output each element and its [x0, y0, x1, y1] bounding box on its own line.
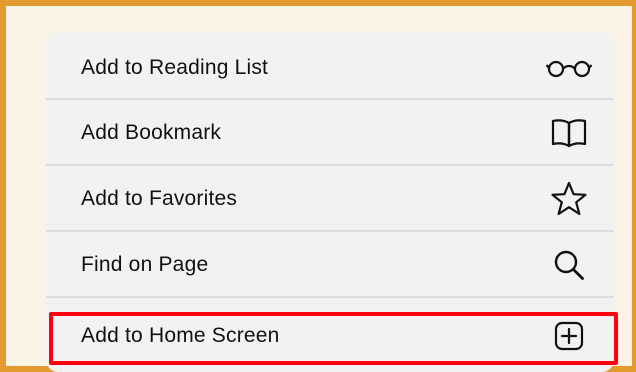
menu-item-add-bookmark[interactable]: Add Bookmark	[46, 102, 614, 166]
glasses-icon	[546, 51, 592, 85]
menu-item-label: Add to Favorites	[81, 187, 238, 210]
menu-item-add-to-reading-list[interactable]: Add to Reading List	[46, 38, 614, 100]
menu-item-add-to-favorites[interactable]: Add to Favorites	[46, 168, 614, 232]
menu-item-add-to-home-screen[interactable]: Add to Home Screen	[46, 300, 614, 372]
menu-item-find-on-page[interactable]: Find on Page	[46, 234, 614, 298]
menu-item-label: Add Bookmark	[81, 121, 222, 144]
menu-item-label: Add to Home Screen	[81, 324, 280, 347]
search-icon	[546, 248, 592, 282]
menu-item-label: Add to Reading List	[81, 56, 269, 79]
share-action-menu: Add to Reading List Add Bookmark Add to …	[46, 32, 614, 372]
plus-square-icon	[546, 319, 592, 353]
menu-item-label: Find on Page	[81, 253, 209, 276]
star-icon	[546, 181, 592, 216]
book-icon	[546, 116, 592, 150]
screenshot-frame: Add to Reading List Add Bookmark Add to …	[0, 0, 636, 372]
